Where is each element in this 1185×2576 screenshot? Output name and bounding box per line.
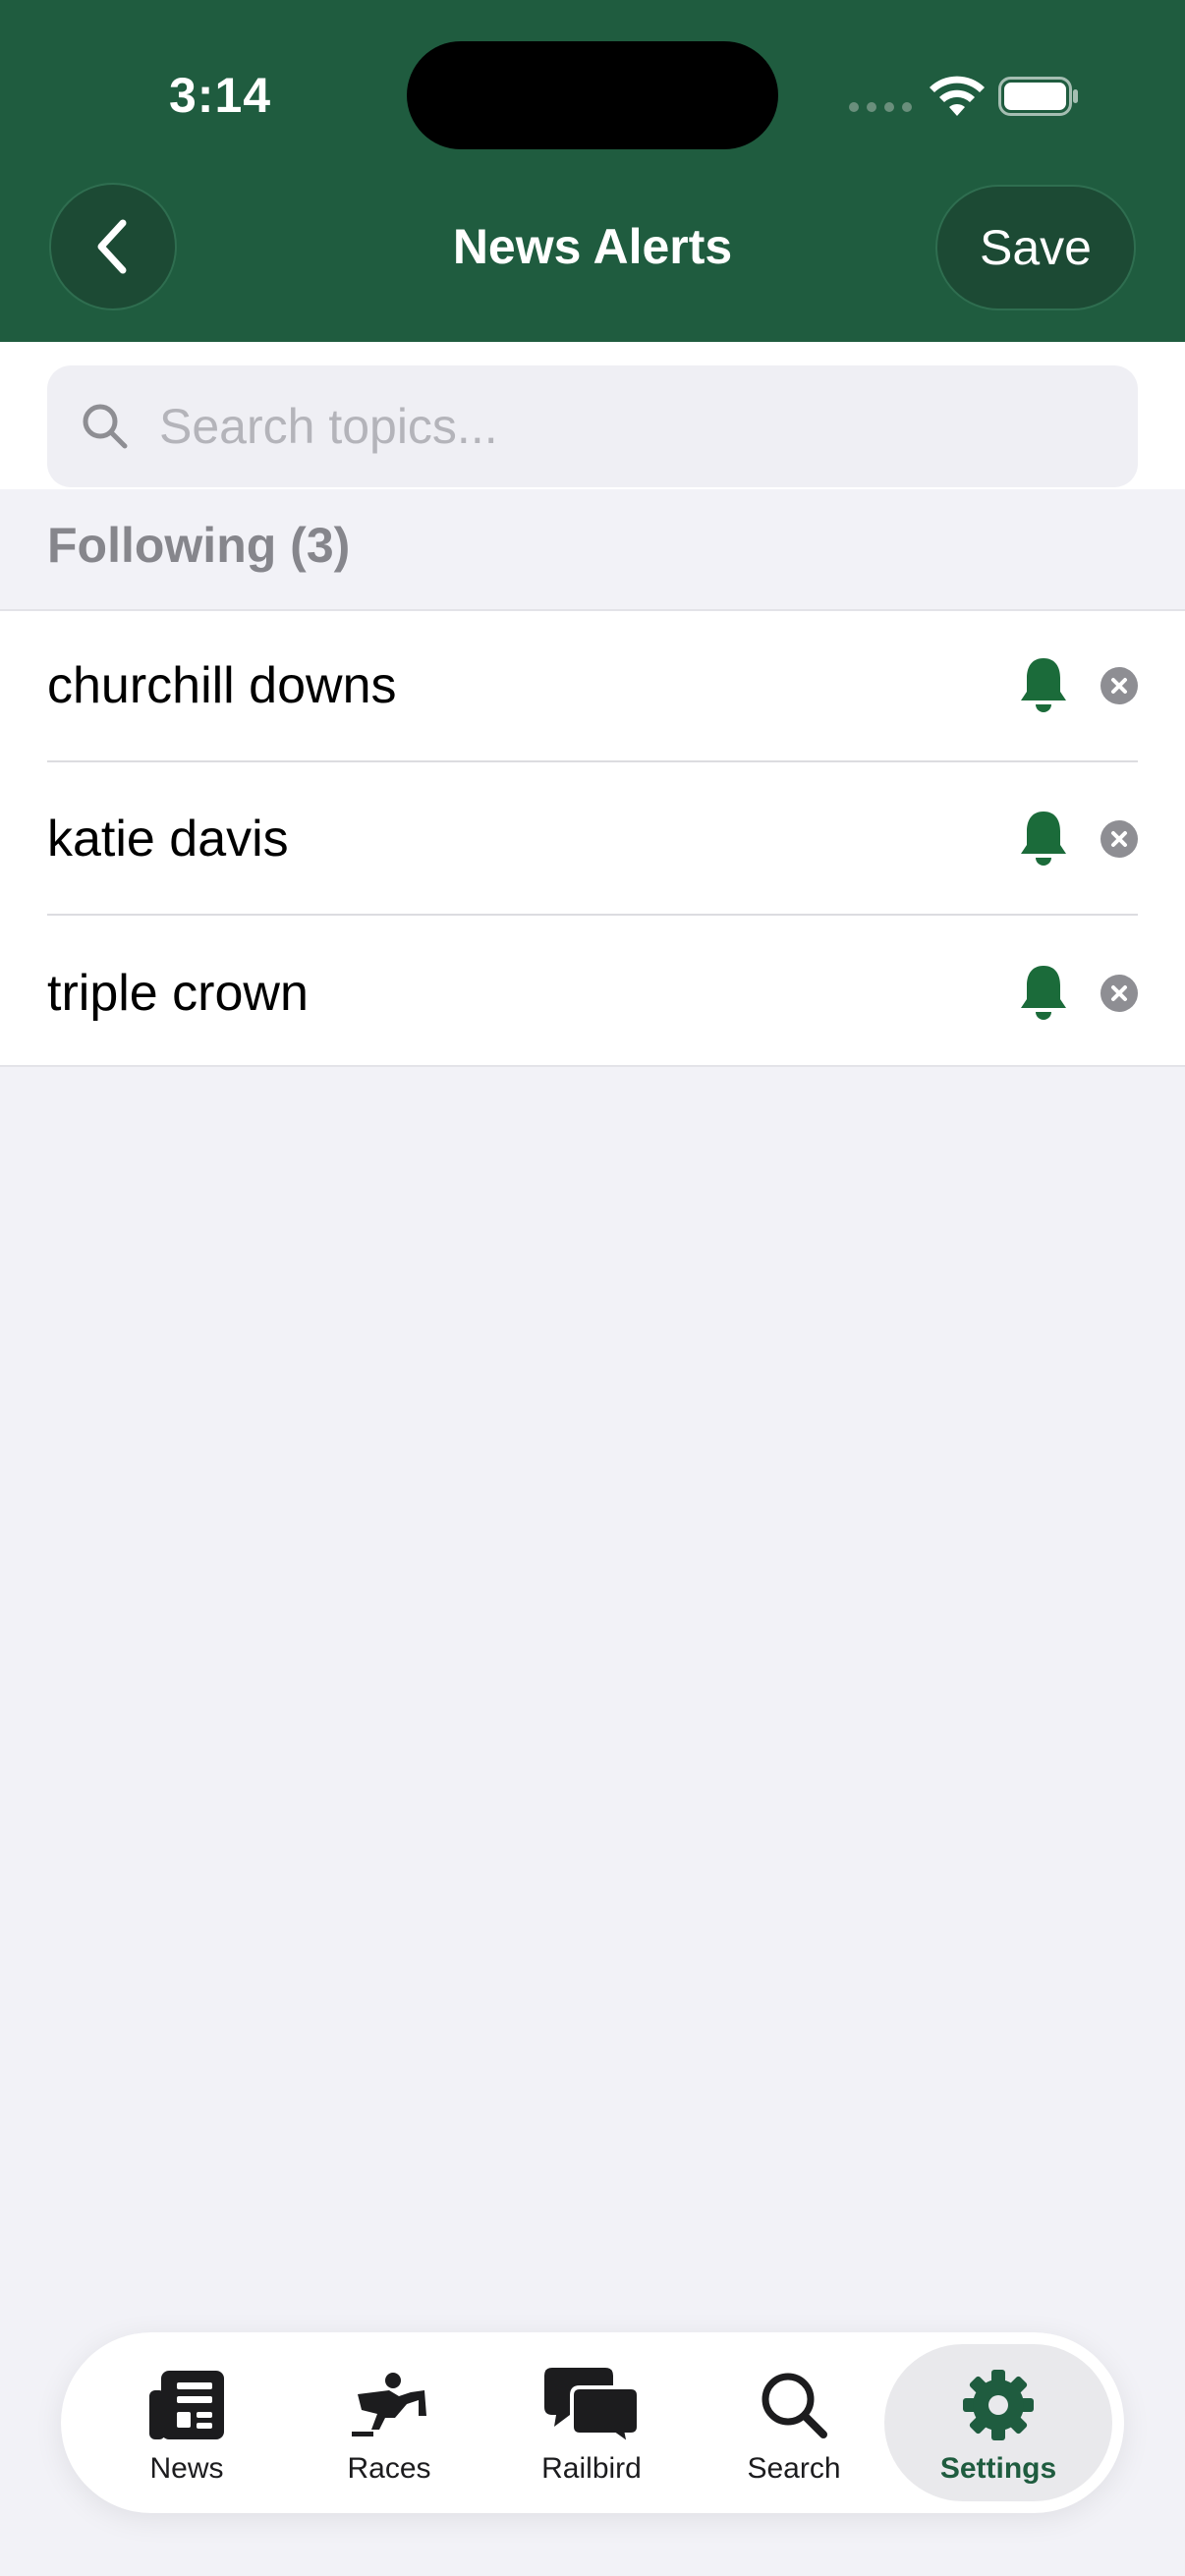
search-icon (83, 404, 128, 449)
topic-label: churchill downs (47, 657, 397, 714)
wifi-icon (930, 76, 985, 116)
tab-railbird[interactable]: Railbird (493, 2332, 690, 2513)
remove-button[interactable] (1100, 820, 1138, 858)
list-item: triple crown (47, 918, 1138, 1069)
tab-races[interactable]: Races (291, 2332, 487, 2513)
tab-bar: News Races Railbird Search Settings (61, 2332, 1124, 2513)
status-time: 3:14 (169, 68, 272, 123)
section-title: Following (3) (47, 518, 351, 573)
tab-label: Settings (939, 2452, 1057, 2485)
nav-header: 3:14 News Alerts Save (0, 0, 1185, 342)
search-icon (762, 2373, 827, 2438)
battery-icon (998, 77, 1078, 116)
search-input[interactable] (159, 398, 1044, 455)
search-box[interactable] (47, 365, 1138, 487)
tab-settings[interactable]: Settings (884, 2344, 1112, 2501)
close-icon (1111, 985, 1127, 1001)
topic-label: triple crown (47, 965, 309, 1022)
dynamic-island (407, 41, 778, 149)
tab-label: News (149, 2452, 224, 2485)
horse-racing-icon (352, 2373, 426, 2436)
bell-icon[interactable] (1016, 808, 1071, 870)
remove-button[interactable] (1100, 975, 1138, 1012)
topic-label: katie davis (47, 811, 289, 868)
list-item: churchill downs (47, 611, 1138, 762)
newspaper-icon (149, 2371, 224, 2439)
chat-bubbles-icon (544, 2368, 641, 2444)
bell-icon[interactable] (1016, 962, 1071, 1025)
save-button[interactable]: Save (935, 185, 1136, 310)
cellular-signal-icon (849, 102, 912, 112)
search-bar-container (0, 342, 1185, 489)
tab-label: Railbird (541, 2452, 642, 2485)
gear-icon (963, 2370, 1034, 2440)
close-icon (1111, 678, 1127, 694)
tab-label: Races (347, 2452, 431, 2485)
remove-button[interactable] (1100, 667, 1138, 704)
tab-label: Search (747, 2452, 841, 2485)
topic-list: churchill downs katie davis triple crown (0, 609, 1185, 1067)
list-item: katie davis (47, 764, 1138, 916)
close-icon (1111, 831, 1127, 847)
tab-search[interactable]: Search (696, 2332, 892, 2513)
tab-news[interactable]: News (88, 2332, 285, 2513)
bell-icon[interactable] (1016, 654, 1071, 717)
